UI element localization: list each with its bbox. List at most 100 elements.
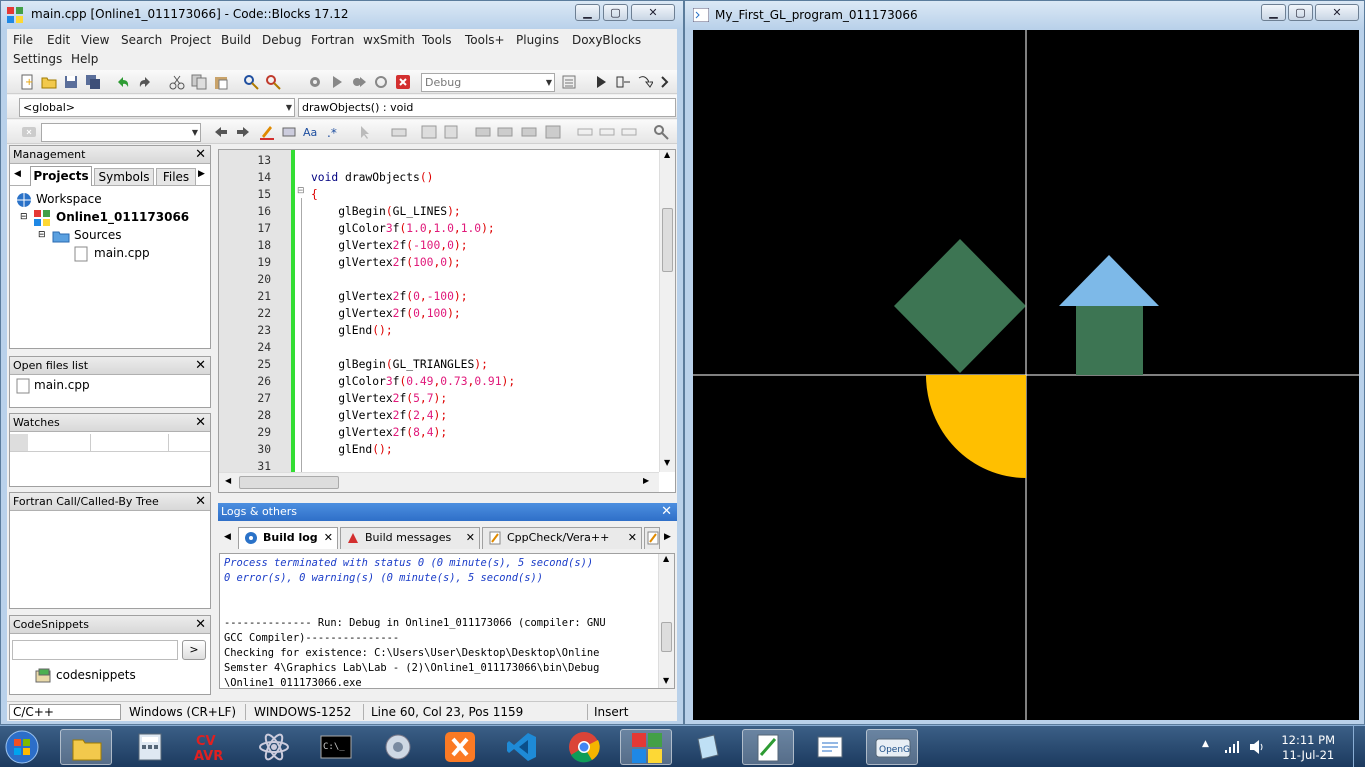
redo-icon[interactable] <box>137 74 153 90</box>
codeblocks-titlebar[interactable]: main.cpp [Online1_011173066] - Code::Blo… <box>1 1 683 29</box>
widget-panel2-icon[interactable] <box>497 124 513 140</box>
snippets-item[interactable]: codesnippets <box>56 668 136 682</box>
menu-view[interactable]: View <box>81 33 109 47</box>
code-line[interactable]: 26 glColor3f(0.49,0.73,0.91); <box>219 373 659 390</box>
find-icon[interactable] <box>243 74 259 90</box>
tab-cppcheck[interactable]: CppCheck/Vera++ ✕ <box>482 527 642 549</box>
volume-icon[interactable] <box>1248 739 1266 755</box>
menu-settings[interactable]: Settings <box>13 52 62 66</box>
tree-sources[interactable]: Sources <box>74 228 121 242</box>
save-icon[interactable] <box>63 74 79 90</box>
tab-scroll-right-icon[interactable]: ▶ <box>198 169 205 179</box>
function-select[interactable]: drawObjects() : void <box>298 98 676 117</box>
menu-help[interactable]: Help <box>71 52 98 66</box>
close-icon[interactable]: ✕ <box>195 414 206 431</box>
tab-scroll-right-icon[interactable]: ▶ <box>664 532 671 542</box>
tab-scroll-left-icon[interactable]: ◀ <box>14 169 21 179</box>
snippets-search-input[interactable] <box>12 640 178 660</box>
taskbar-vscode[interactable] <box>496 729 548 765</box>
taskbar-atom[interactable] <box>248 729 300 765</box>
scroll-left-icon[interactable]: ◀ <box>225 476 231 485</box>
code-line[interactable]: 29 glVertex2f(8,4); <box>219 424 659 441</box>
code-line[interactable]: 15 { <box>219 186 659 203</box>
save-all-icon[interactable] <box>85 74 101 90</box>
abort-icon[interactable] <box>395 74 411 90</box>
widget-frame2-icon[interactable] <box>599 124 615 140</box>
taskbar-notepad[interactable] <box>682 729 734 765</box>
code-line[interactable]: 23 glEnd(); <box>219 322 659 339</box>
close-icon[interactable]: ✕ <box>195 357 206 374</box>
minimize-button[interactable]: ▁ <box>1261 4 1286 21</box>
system-clock[interactable]: 12:11 PM 11-Jul-21 <box>1281 733 1335 763</box>
taskbar-file-explorer[interactable] <box>60 729 112 765</box>
run-icon[interactable] <box>329 74 345 90</box>
menu-wxsmith[interactable]: wxSmith <box>363 33 415 47</box>
cut-icon[interactable] <box>169 74 185 90</box>
new-file-icon[interactable]: + <box>19 74 35 90</box>
close-icon[interactable]: ✕ <box>628 528 637 548</box>
close-button[interactable]: ✕ <box>631 4 675 21</box>
menu-file[interactable]: File <box>13 33 33 47</box>
tab-symbols[interactable]: Symbols <box>94 168 154 186</box>
code-line[interactable]: 24 <box>219 339 659 356</box>
log-vertical-scrollbar[interactable]: ▲ ▼ <box>658 554 674 688</box>
build-gear-icon[interactable] <box>307 74 323 90</box>
undo-icon[interactable] <box>115 74 131 90</box>
tab-overflow[interactable] <box>644 527 660 549</box>
taskbar-word-doc[interactable] <box>804 729 856 765</box>
scroll-down-icon[interactable]: ▼ <box>663 676 669 685</box>
open-file-item[interactable]: main.cpp <box>34 378 90 392</box>
tree-workspace[interactable]: Workspace <box>36 192 102 206</box>
rebuild-icon[interactable] <box>373 74 389 90</box>
network-icon[interactable] <box>1224 740 1240 754</box>
opengl-titlebar[interactable]: My_First_GL_program_011173066 ▁ ▢ ✕ <box>685 1 1364 29</box>
match-case-icon[interactable]: Aa <box>303 124 319 140</box>
incremental-search-input[interactable]: ▼ <box>41 123 201 142</box>
show-desktop-button[interactable] <box>1353 726 1365 767</box>
close-button[interactable]: ✕ <box>1315 4 1359 21</box>
menu-tools[interactable]: Tools <box>422 33 452 47</box>
build-and-run-icon[interactable] <box>351 74 367 90</box>
open-file-icon[interactable] <box>41 74 57 90</box>
collapse-icon[interactable]: ⊟ <box>38 230 46 240</box>
widget-panel-icon[interactable] <box>475 124 491 140</box>
arrow-left-icon[interactable] <box>213 124 229 140</box>
code-line[interactable]: 13 <box>219 152 659 169</box>
widget-button-icon[interactable] <box>391 124 407 140</box>
zoom-icon[interactable] <box>653 124 669 140</box>
close-icon[interactable]: ✕ <box>195 146 206 163</box>
code-line[interactable]: 21 glVertex2f(0,-100); <box>219 288 659 305</box>
close-icon[interactable]: ✕ <box>324 528 333 548</box>
step-into-icon[interactable] <box>659 74 675 90</box>
menu-search[interactable]: Search <box>121 33 162 47</box>
run-to-cursor-icon[interactable] <box>615 74 631 90</box>
code-line[interactable]: 20 <box>219 271 659 288</box>
widget-frame3-icon[interactable] <box>621 124 637 140</box>
taskbar-cvavr[interactable]: CV AVR <box>186 729 238 765</box>
build-target-select[interactable]: Debug ▼ <box>421 73 555 92</box>
scroll-down-icon[interactable]: ▼ <box>664 458 670 467</box>
tab-files[interactable]: Files <box>156 168 196 186</box>
menu-fortran[interactable]: Fortran <box>311 33 354 47</box>
scroll-up-icon[interactable]: ▲ <box>663 554 669 563</box>
taskbar-xampp[interactable] <box>434 729 486 765</box>
tab-build-log[interactable]: Build log ✕ <box>238 527 338 549</box>
taskbar-chrome[interactable] <box>558 729 610 765</box>
code-line[interactable]: 16 glBegin(GL_LINES); <box>219 203 659 220</box>
taskbar-codeblocks[interactable] <box>620 729 672 765</box>
code-line[interactable]: 30 glEnd(); <box>219 441 659 458</box>
code-editor[interactable]: ⊟ 13 14 void drawObjects() 15{16 glBegin(GL… <box>218 149 676 493</box>
code-line[interactable]: 25 glBegin(GL_TRIANGLES); <box>219 356 659 373</box>
scroll-up-icon[interactable]: ▲ <box>664 150 670 159</box>
tab-build-messages[interactable]: Build messages ✕ <box>340 527 480 549</box>
regex-icon[interactable]: .* <box>325 124 341 140</box>
close-icon[interactable]: ✕ <box>195 493 206 510</box>
menu-doxyblocks[interactable]: DoxyBlocks <box>572 33 641 47</box>
menu-edit[interactable]: Edit <box>47 33 70 47</box>
scroll-thumb[interactable] <box>661 622 672 652</box>
code-line[interactable]: 27 glVertex2f(5,7); <box>219 390 659 407</box>
debug-start-icon[interactable] <box>593 74 609 90</box>
tray-expand-icon[interactable]: ▲ <box>1202 739 1209 749</box>
code-line[interactable]: 22 glVertex2f(0,100); <box>219 305 659 322</box>
tree-main-cpp[interactable]: main.cpp <box>94 246 150 260</box>
